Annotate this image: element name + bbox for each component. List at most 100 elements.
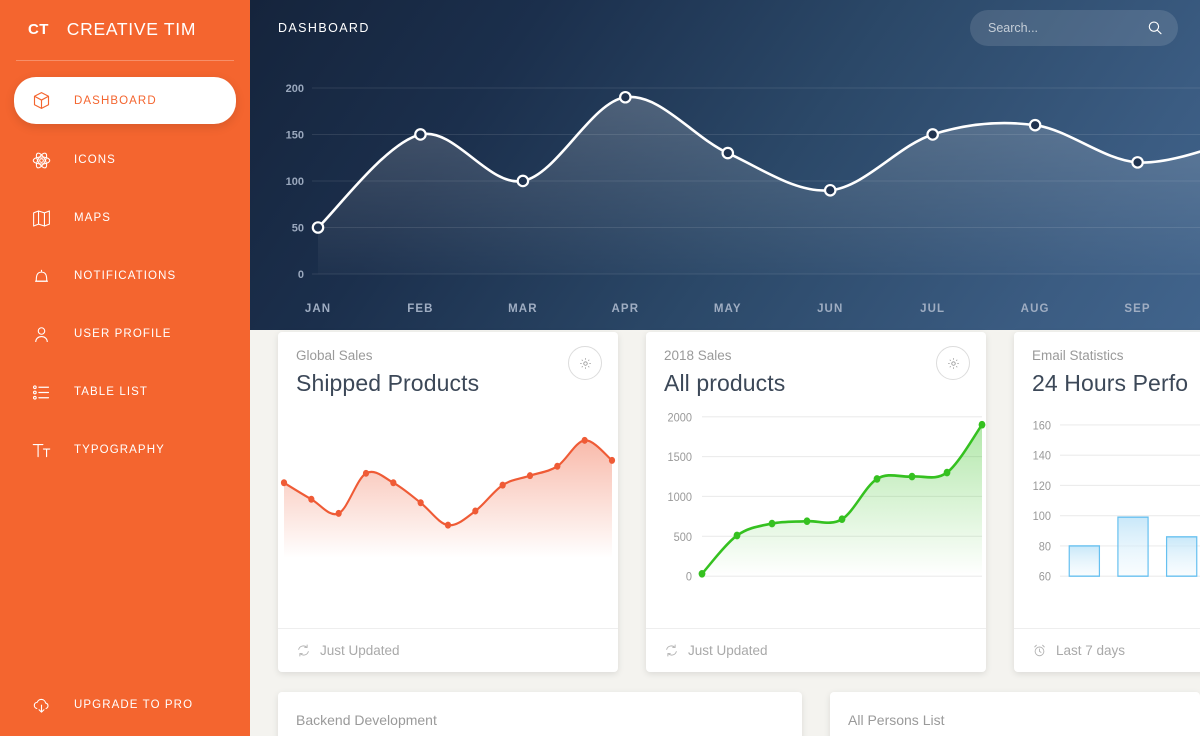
- svg-text:MAY: MAY: [714, 303, 742, 315]
- card-footer-label: Just Updated: [320, 643, 400, 658]
- svg-text:0: 0: [686, 570, 693, 584]
- svg-text:200: 200: [286, 83, 304, 95]
- sidebar-item-maps[interactable]: MAPS: [14, 196, 236, 240]
- hero-area: [318, 97, 1200, 274]
- sidebar-item-label: ICONS: [74, 154, 116, 166]
- svg-text:JAN: JAN: [305, 303, 331, 315]
- brand-name: CREATIVE TIM: [66, 19, 197, 39]
- sidebar-item-user-profile[interactable]: USER PROFILE: [14, 312, 236, 356]
- global-sales-chart-svg: [280, 436, 616, 559]
- svg-text:JUN: JUN: [817, 303, 843, 315]
- svg-text:FEB: FEB: [407, 303, 433, 315]
- card-chart-body: 2000 1500 1000 500 0: [646, 397, 986, 628]
- svg-text:50: 50: [292, 222, 304, 234]
- panel-backend-development: Backend Development: [278, 692, 802, 736]
- card-header: 2018 Sales All products: [646, 332, 986, 397]
- search-icon[interactable]: [1146, 19, 1164, 37]
- hero-chart-svg: 200 150 100 50 0 JAN FEB MAR APR MAY JUN JUL AUG SEP…: [286, 83, 1200, 315]
- search-input[interactable]: [988, 21, 1128, 35]
- bell-icon: [30, 265, 52, 287]
- svg-text:100: 100: [1033, 510, 1052, 524]
- card-category: 2018 Sales: [664, 348, 732, 363]
- svg-text:1000: 1000: [668, 490, 693, 504]
- sidebar-item-table-list[interactable]: TABLE LIST: [14, 370, 236, 414]
- upgrade-label: UPGRADE TO PRO: [74, 699, 194, 711]
- sidebar-divider: [16, 60, 234, 61]
- page-title: DASHBOARD: [278, 21, 370, 35]
- card-title: Shipped Products: [296, 370, 480, 396]
- svg-text:APR: APR: [612, 303, 640, 315]
- clock-icon: [1032, 643, 1047, 658]
- sidebar-item-label: TABLE LIST: [74, 386, 149, 398]
- sidebar-item-label: MAPS: [74, 212, 111, 224]
- card-category: Global Sales: [296, 348, 373, 363]
- card-title: All products: [664, 370, 786, 396]
- card-chart-body: 160 140 120 100 80 60: [1014, 397, 1200, 628]
- brand[interactable]: CT CREATIVE TIM: [0, 0, 250, 60]
- box-icon: [30, 90, 52, 112]
- hero-x-axis-labels: JANFEBMARAPRMAYJUNJULAUGSEPOCT: [305, 303, 1150, 315]
- email-statistics-chart-svg: 160 140 120 100 80 60: [1033, 419, 1200, 584]
- gear-icon: [946, 356, 961, 371]
- svg-text:0: 0: [298, 269, 304, 281]
- map-icon: [30, 207, 52, 229]
- cards-row: Global Sales Shipped Products Just Updat…: [250, 332, 1200, 672]
- svg-text:100: 100: [286, 176, 304, 188]
- sidebar-item-notifications[interactable]: NOTIFICATIONS: [14, 254, 236, 298]
- card-header: Email Statistics 24 Hours Perfo: [1014, 332, 1200, 397]
- svg-text:AUG: AUG: [1021, 303, 1050, 315]
- list-icon: [30, 381, 52, 403]
- svg-text:2000: 2000: [668, 411, 693, 425]
- svg-text:SEP: SEP: [1124, 303, 1150, 315]
- svg-text:MAR: MAR: [508, 303, 538, 315]
- typography-icon: [30, 439, 52, 461]
- all-products-y-axis-labels: 2000 1500 1000 500 0: [668, 411, 693, 584]
- top-bar: DASHBOARD: [250, 0, 1200, 56]
- svg-text:60: 60: [1039, 570, 1052, 584]
- svg-text:80: 80: [1039, 540, 1052, 554]
- search-box[interactable]: [970, 10, 1178, 46]
- all-products-chart-svg: 2000 1500 1000 500 0: [668, 411, 986, 584]
- sidebar-item-icons[interactable]: ICONS: [14, 138, 236, 182]
- svg-text:160: 160: [1033, 419, 1052, 433]
- card-footer-label: Last 7 days: [1056, 643, 1126, 658]
- card-footer: Last 7 days: [1014, 628, 1200, 672]
- sidebar: CT CREATIVE TIM DASHBOARD ICONS MAPS NOT…: [0, 0, 250, 736]
- email-statistics-bars: [1068, 516, 1198, 577]
- sidebar-item-label: TYPOGRAPHY: [74, 444, 165, 456]
- card-settings-button[interactable]: [936, 346, 970, 380]
- card-2018-sales: 2018 Sales All products 2000 1500 1000 5…: [646, 332, 986, 672]
- atom-icon: [30, 149, 52, 171]
- card-title: 24 Hours Perfo: [1032, 370, 1189, 396]
- svg-text:500: 500: [674, 530, 693, 544]
- sidebar-item-label: DASHBOARD: [74, 94, 157, 107]
- svg-text:1500: 1500: [668, 451, 693, 465]
- hero-line-chart: 200 150 100 50 0 JAN FEB MAR APR MAY JUN JUL AUG SEP…: [250, 56, 1200, 330]
- card-global-sales: Global Sales Shipped Products Just Updat…: [278, 332, 618, 672]
- card-category: Email Statistics: [1032, 348, 1124, 363]
- bottom-row: Backend Development All Persons List: [250, 692, 1200, 736]
- user-icon: [30, 323, 52, 345]
- sidebar-nav: DASHBOARD ICONS MAPS NOTIFICATIONS USER …: [0, 77, 250, 472]
- svg-text:140: 140: [1033, 449, 1052, 463]
- upgrade-to-pro-button[interactable]: UPGRADE TO PRO: [0, 694, 250, 716]
- cloud-download-icon: [30, 694, 52, 716]
- refresh-icon: [296, 643, 311, 658]
- gear-icon: [578, 356, 593, 371]
- main-content: DASHBOARD Search... 200 150 100 50 0 JAN…: [250, 0, 1200, 736]
- svg-text:150: 150: [286, 129, 304, 141]
- brand-mark: CT: [28, 21, 49, 38]
- card-email-statistics: Email Statistics 24 Hours Perfo 160 140 …: [1014, 332, 1200, 672]
- refresh-icon: [664, 643, 679, 658]
- panel-all-persons-list: All Persons List: [830, 692, 1200, 736]
- panel-title: All Persons List: [848, 712, 945, 728]
- svg-text:JUL: JUL: [920, 303, 945, 315]
- global-sales-area: [284, 440, 612, 559]
- sidebar-item-dashboard[interactable]: DASHBOARD: [14, 77, 236, 124]
- svg-text:120: 120: [1033, 479, 1052, 493]
- sidebar-item-typography[interactable]: TYPOGRAPHY: [14, 428, 236, 472]
- card-footer-label: Just Updated: [688, 643, 768, 658]
- dashboard-app: CT CREATIVE TIM DASHBOARD ICONS MAPS NOT…: [0, 0, 1200, 736]
- card-settings-button[interactable]: [568, 346, 602, 380]
- email-statistics-y-axis-labels: 160 140 120 100 80 60: [1033, 419, 1052, 584]
